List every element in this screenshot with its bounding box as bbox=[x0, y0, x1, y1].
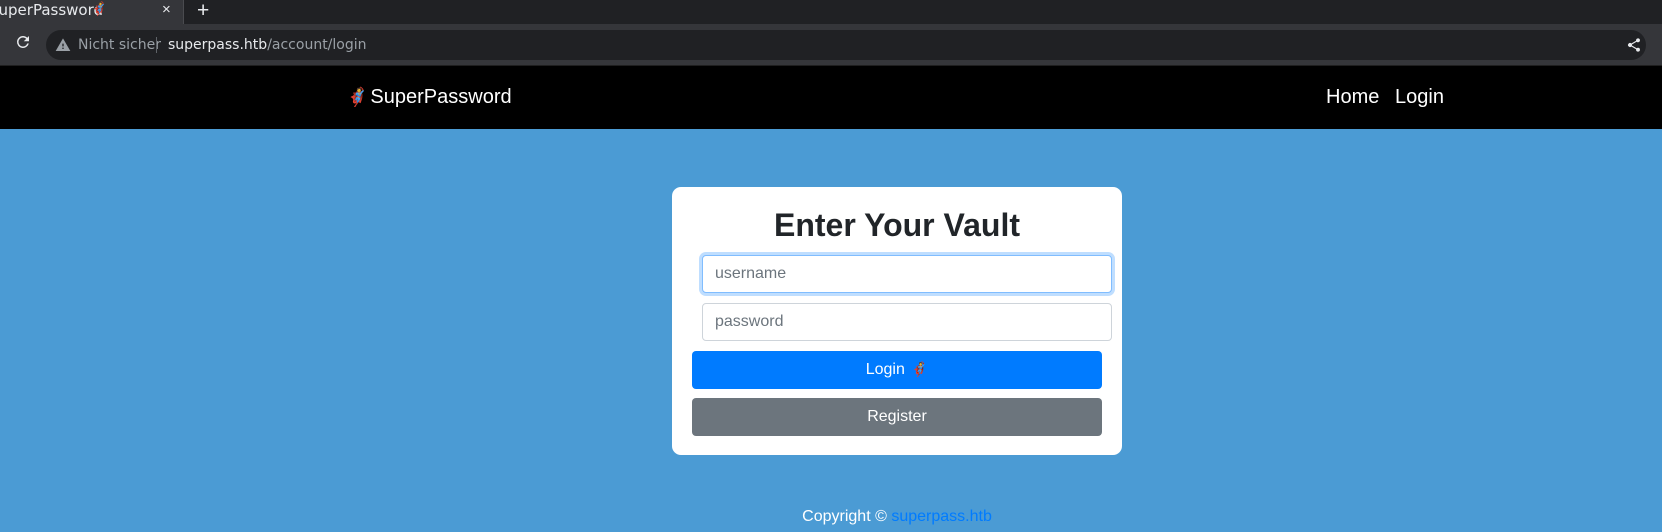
omnibox-divider bbox=[156, 37, 157, 53]
nav-login-link[interactable]: Login bbox=[1395, 86, 1444, 109]
login-card: Enter Your Vault Login 🦸 Register bbox=[672, 187, 1122, 455]
new-tab-button[interactable]: + bbox=[197, 0, 209, 23]
reload-icon[interactable] bbox=[14, 33, 32, 51]
footer-site-link[interactable]: superpass.htb bbox=[891, 508, 992, 525]
superhero-icon: 🦸 bbox=[910, 361, 929, 377]
url-host: superpass.htb bbox=[168, 37, 268, 53]
copyright-text: Copyright © bbox=[802, 508, 887, 525]
close-tab-icon[interactable]: × bbox=[162, 1, 171, 18]
url-path: /account/login bbox=[267, 37, 367, 53]
username-input[interactable] bbox=[702, 255, 1112, 293]
password-input[interactable] bbox=[702, 303, 1112, 341]
site-navbar: 🦸 SuperPassword Home Login bbox=[0, 66, 1662, 129]
nav-home-link[interactable]: Home bbox=[1326, 86, 1379, 109]
login-button[interactable]: Login 🦸 bbox=[692, 351, 1102, 389]
footer: Copyright © superpass.htb bbox=[0, 508, 1662, 526]
share-icon[interactable] bbox=[1626, 37, 1642, 53]
brand-name: SuperPassword bbox=[370, 86, 512, 108]
security-indicator[interactable]: Nicht sicher bbox=[78, 37, 161, 53]
browser-tab[interactable]: SuperPassword 🦸 × bbox=[0, 0, 184, 24]
browser-tabstrip: SuperPassword 🦸 × + bbox=[0, 0, 1662, 24]
register-button[interactable]: Register bbox=[692, 398, 1102, 436]
tab-title: SuperPassword bbox=[0, 1, 104, 19]
card-title: Enter Your Vault bbox=[774, 207, 1020, 243]
browser-toolbar: Nicht sicher superpass.htb/account/login bbox=[0, 24, 1662, 66]
superhero-icon: 🦸 bbox=[91, 1, 108, 16]
superhero-icon: 🦸 bbox=[346, 87, 369, 107]
warning-icon bbox=[55, 38, 71, 51]
url-text[interactable]: superpass.htb/account/login bbox=[168, 37, 367, 53]
register-button-label: Register bbox=[867, 408, 927, 425]
address-bar[interactable]: Nicht sicher superpass.htb/account/login bbox=[46, 30, 1646, 60]
brand-link[interactable]: 🦸 SuperPassword bbox=[346, 86, 512, 109]
login-button-label: Login bbox=[865, 361, 905, 378]
